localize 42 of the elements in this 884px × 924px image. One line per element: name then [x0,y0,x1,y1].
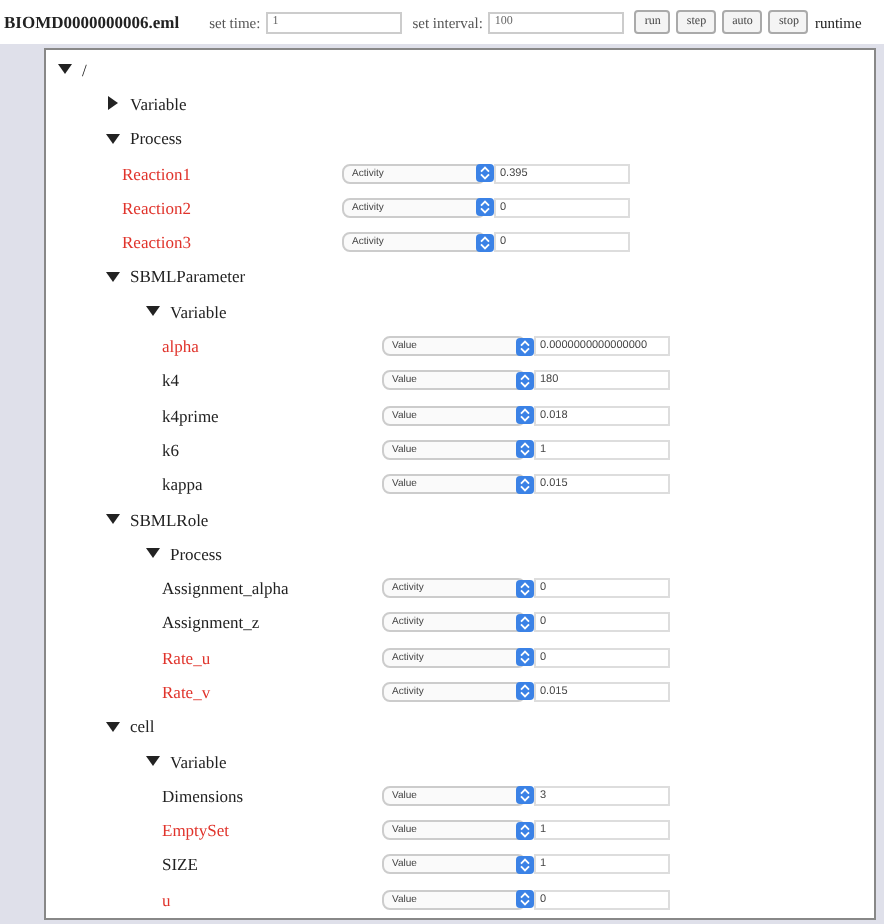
variable-name: Reaction1 [122,163,193,184]
stepper-icon [516,890,534,909]
stepper-icon [476,198,494,217]
variable-name: Reaction3 [122,232,193,253]
stepper-icon [516,821,534,840]
folder-toggle[interactable]: Variable [106,93,187,114]
folder-toggle[interactable]: Process [146,543,222,564]
stepper-icon [516,475,534,494]
variable-name: k4 [162,370,181,391]
stepper-icon [516,579,534,598]
stepper-icon [476,233,494,252]
folder-toggle[interactable]: Variable [146,751,227,772]
stepper-icon [476,164,494,183]
variable-name: k6 [162,439,181,460]
variable-name: SIZE [162,854,200,875]
variable-name: k4prime [162,405,221,426]
stepper-icon [516,613,534,632]
stepper-icon [516,855,534,874]
folder-toggle[interactable]: Variable [146,301,227,322]
folder-toggle[interactable]: SBMLRole [106,509,209,529]
variable-name: Rate_u [162,647,213,668]
stepper-icon [516,371,534,390]
folder-toggle[interactable]: Process [106,128,182,149]
stepper-icon [516,406,534,425]
folder-toggle[interactable]: cell [106,716,155,737]
variable-name: EmptySet [162,820,232,841]
variable-name: u [162,889,173,910]
stepper-icon [516,440,534,459]
variable-name: alpha [162,336,201,357]
folder-toggle[interactable]: SBMLParameter [106,266,246,287]
stepper-icon [516,786,534,805]
variable-name: Assignment_z [162,612,262,633]
variable-name: Dimensions [162,785,246,806]
variable-name: kappa [162,474,205,495]
variable-name: Rate_v [162,681,213,702]
variable-name: Assignment_alpha [162,578,291,599]
stepper-icon [516,648,534,667]
stepper-icon [516,682,534,701]
file-name: BIOMD0000000006.eml [4,12,180,32]
variable-name: Reaction2 [122,197,193,218]
folder-toggle[interactable]: / [58,59,87,80]
stepper-icon [516,337,534,356]
